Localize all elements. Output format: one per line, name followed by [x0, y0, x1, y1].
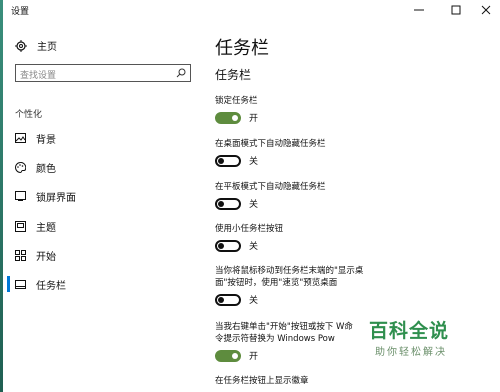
search-input[interactable]: 查找设置 [15, 64, 191, 82]
sidebar-item-taskbar[interactable]: 任务栏 [15, 276, 66, 292]
toggle-state-text: 关 [249, 200, 259, 210]
setting-lock-taskbar: 锁定任务栏 开 [215, 95, 500, 124]
toggle-state-text: 关 [249, 242, 259, 252]
close-button[interactable] [475, 2, 497, 18]
sidebar-item-background[interactable]: 背景 [15, 130, 56, 146]
start-icon [15, 249, 26, 261]
setting-small-buttons: 使用小任务栏按钮 关 [215, 223, 500, 252]
sidebar-item-label: 开始 [36, 251, 56, 263]
toggle-state-text: 开 [249, 352, 259, 362]
section-title: 任务栏 [215, 68, 252, 82]
setting-label: 使用小任务栏按钮 [215, 224, 284, 234]
sidebar-item-home[interactable]: 主页 [15, 38, 57, 53]
palette-icon [15, 161, 26, 173]
setting-badges: 在任务栏按钮上显示徽章 [215, 375, 500, 387]
toggle-state-text: 开 [249, 114, 259, 124]
window-title: 设置 [11, 7, 30, 17]
sidebar-item-colors[interactable]: 颜色 [15, 159, 56, 175]
taskbar-icon [15, 279, 26, 289]
gear-icon [15, 39, 27, 52]
toggle-switch[interactable] [215, 154, 241, 167]
setting-powershell: 当我右键单击"开始"按钮或按下 W命令提示符替换为 Windows Pow 开 [215, 321, 360, 362]
sidebar-item-start[interactable]: 开始 [15, 247, 56, 263]
close-icon [481, 5, 491, 15]
toggle-switch[interactable] [215, 111, 241, 124]
sidebar-home-label: 主页 [37, 42, 57, 53]
toggle-switch[interactable] [215, 293, 241, 306]
watermark-tagline: 助你轻松解决 [375, 347, 447, 358]
sidebar-item-label: 主题 [36, 222, 56, 234]
toggle-state-text: 关 [249, 157, 259, 167]
setting-autohide-desktop: 在桌面模式下自动隐藏任务栏 关 [215, 138, 500, 167]
lock-screen-icon [15, 191, 26, 201]
setting-label: 在平板模式下自动隐藏任务栏 [215, 182, 326, 192]
sidebar: 主页 查找设置 个性化 背景 颜色 锁屏界面 主题 开始 任务栏 [3, 22, 201, 392]
active-indicator [7, 276, 10, 292]
setting-peek-desktop: 当你将鼠标移动到任务栏末端的"显示桌面"按钮时，使用"速览"预览桌面 关 [215, 265, 365, 306]
toggle-switch[interactable] [215, 349, 241, 362]
toggle-switch[interactable] [215, 197, 241, 210]
setting-label: 在任务栏按钮上显示徽章 [215, 376, 309, 386]
maximize-icon [451, 5, 461, 15]
watermark-brand: 百科全说 [369, 320, 450, 342]
title-bar: 设置 [3, 0, 500, 22]
minimize-button[interactable] [408, 2, 430, 18]
maximize-button[interactable] [445, 2, 467, 18]
sidebar-item-label: 锁屏界面 [36, 192, 76, 204]
setting-label: 锁定任务栏 [215, 96, 258, 106]
search-icon [176, 68, 186, 78]
setting-label: 当你将鼠标移动到任务栏末端的"显示桌面"按钮时，使用"速览"预览桌面 [215, 266, 364, 288]
setting-autohide-tablet: 在平板模式下自动隐藏任务栏 关 [215, 181, 500, 210]
search-placeholder: 查找设置 [20, 71, 57, 81]
setting-label: 当我右键单击"开始"按钮或按下 W命令提示符替换为 Windows Pow [215, 322, 353, 344]
sidebar-item-themes[interactable]: 主题 [15, 218, 56, 234]
sidebar-item-lock-screen[interactable]: 锁屏界面 [15, 188, 76, 204]
toggle-state-text: 关 [249, 296, 259, 306]
sidebar-section-label: 个性化 [15, 110, 43, 120]
sidebar-item-label: 颜色 [36, 163, 56, 175]
minimize-icon [414, 9, 424, 11]
sidebar-item-label: 背景 [36, 134, 56, 146]
settings-window: 设置 主页 查找设置 个性化 背景 颜色 锁屏界面 主题 开始 任务栏 任务栏 … [3, 0, 500, 392]
picture-icon [15, 133, 26, 143]
toggle-switch[interactable] [215, 239, 241, 252]
sidebar-item-label: 任务栏 [36, 280, 66, 292]
theme-icon [15, 220, 26, 232]
setting-label: 在桌面模式下自动隐藏任务栏 [215, 139, 326, 149]
watermark: 百科全说 助你轻松解决 [369, 316, 469, 364]
page-title: 任务栏 [215, 38, 269, 59]
